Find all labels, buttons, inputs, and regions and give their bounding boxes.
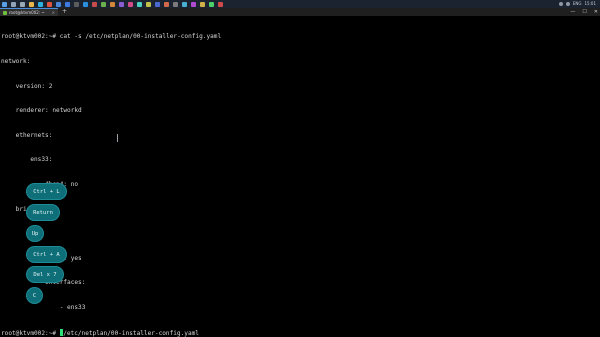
search-icon[interactable] xyxy=(11,1,16,7)
chrome-icon[interactable] xyxy=(47,1,52,7)
window-controls: — ☐ ✕ xyxy=(570,8,598,16)
os-taskbar: ENG 15:01 xyxy=(0,0,600,8)
close-tab-icon[interactable]: × xyxy=(52,10,55,16)
new-tab-button[interactable]: + xyxy=(62,8,67,16)
tab-title: root@ktvm002: ~ xyxy=(9,9,45,15)
clock[interactable]: 15:01 xyxy=(584,1,596,7)
maximize-button[interactable]: ☐ xyxy=(582,8,586,16)
key-badge: Del x 7 xyxy=(26,266,64,283)
terminal-line: ens33: xyxy=(1,156,53,164)
taskbar-icons xyxy=(2,1,227,7)
app5-icon[interactable] xyxy=(128,1,133,7)
terminal-line: dhcp4: yes xyxy=(45,254,82,262)
terminal-line: network: xyxy=(1,58,31,65)
key-badge: C xyxy=(26,287,43,304)
app10-icon[interactable] xyxy=(173,1,178,7)
app15-icon[interactable] xyxy=(218,1,223,7)
taskview-icon[interactable] xyxy=(20,1,25,7)
key-badge: Return xyxy=(26,204,60,221)
mouse-ibeam-cursor xyxy=(117,134,120,142)
terminal-line: interfaces: xyxy=(45,279,86,287)
network-icon[interactable] xyxy=(558,2,563,6)
app11-icon[interactable] xyxy=(182,1,187,7)
key-badge: Up xyxy=(26,225,44,242)
app8-icon[interactable] xyxy=(155,1,160,7)
app9-icon[interactable] xyxy=(164,1,169,7)
close-button[interactable]: ✕ xyxy=(594,8,598,16)
terminal-line: br0: xyxy=(1,230,46,238)
terminal-tab[interactable]: root@ktvm002: ~ × xyxy=(0,8,58,16)
edge-icon[interactable] xyxy=(38,1,43,7)
app3-icon[interactable] xyxy=(110,1,115,7)
volume-icon[interactable] xyxy=(565,2,570,6)
app14-icon[interactable] xyxy=(209,1,214,7)
key-badge: Ctrl + L xyxy=(26,183,67,200)
terminal-line: version: 2 xyxy=(1,82,53,90)
app12-icon[interactable] xyxy=(191,1,196,7)
vscode-icon[interactable] xyxy=(83,1,88,7)
terminal-titlebar: root@ktvm002: ~ × + — ☐ ✕ xyxy=(0,8,600,16)
app7-icon[interactable] xyxy=(146,1,151,7)
terminal-output[interactable]: root@ktvm002:~# cat -s /etc/netplan/00-i… xyxy=(1,17,599,337)
language-indicator[interactable]: ENG xyxy=(573,1,582,7)
terminal-line: - ens33 xyxy=(1,303,86,311)
terminal-line: bridges: xyxy=(1,205,46,213)
terminal-line: renderer: networkd xyxy=(1,107,82,115)
prompt: root@ktvm002:~# xyxy=(1,329,60,337)
terminal-icon[interactable] xyxy=(74,1,79,7)
explorer-icon[interactable] xyxy=(29,1,34,7)
store-icon[interactable] xyxy=(56,1,61,7)
terminal-tab-icon xyxy=(3,10,7,15)
system-tray: ENG 15:01 xyxy=(558,1,596,7)
app13-icon[interactable] xyxy=(200,1,205,7)
terminal-line: dhcp4: no xyxy=(45,180,79,188)
terminal-line: root@ktvm002:~# cat -s /etc/netplan/00-i… xyxy=(1,33,222,41)
minimize-button[interactable]: — xyxy=(570,8,575,16)
app4-icon[interactable] xyxy=(119,1,124,7)
terminal-line: ethernets: xyxy=(1,131,53,139)
command-line[interactable]: root@ktvm002:~# /etc/netplan/00-installe… xyxy=(1,328,599,337)
app6-icon[interactable] xyxy=(137,1,142,7)
key-badge: Ctrl + A xyxy=(26,246,67,263)
command-input[interactable]: /etc/netplan/00-installer-config.yaml xyxy=(63,330,199,337)
app-icon[interactable] xyxy=(92,1,97,7)
mail-icon[interactable] xyxy=(65,1,70,7)
app2-icon[interactable] xyxy=(101,1,106,7)
start-icon[interactable] xyxy=(2,1,7,7)
